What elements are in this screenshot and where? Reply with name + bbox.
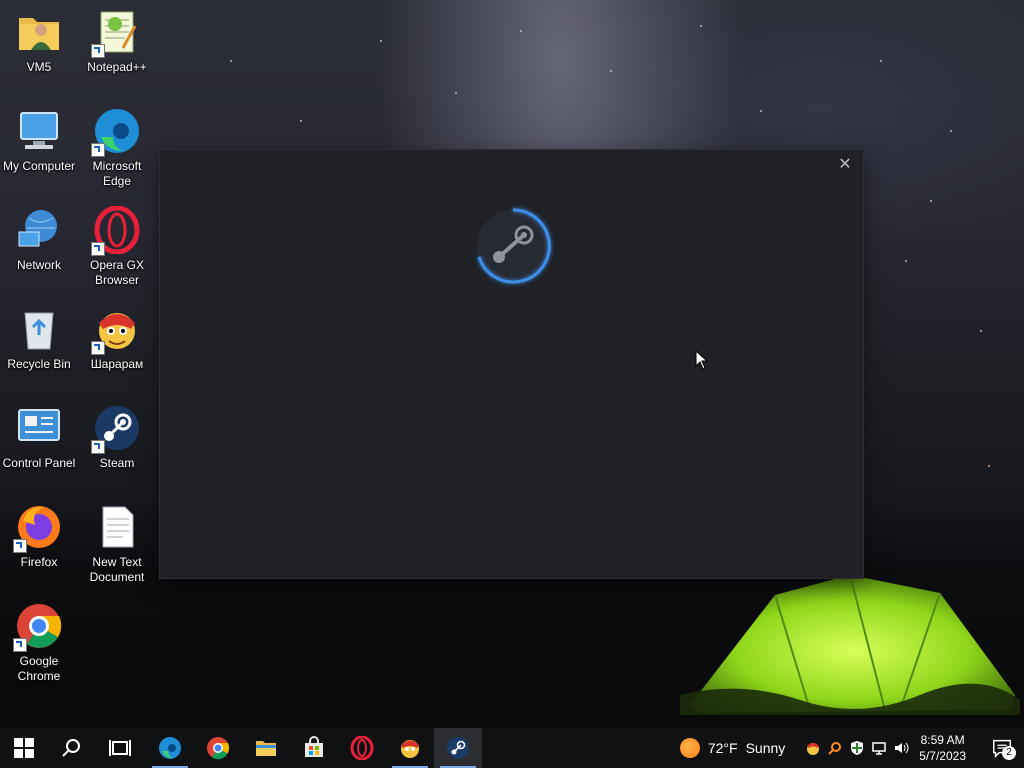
volume-icon[interactable]: [893, 740, 909, 756]
control-panel-icon: [15, 404, 63, 452]
text-document-icon: [93, 503, 141, 551]
recycle-bin-icon: [15, 305, 63, 353]
desktop-icon-label: Control Panel: [2, 456, 76, 470]
mouse-cursor-icon: [695, 350, 709, 370]
task-view-icon: [109, 740, 131, 756]
opera-gx-icon: [91, 206, 141, 256]
computer-icon: [15, 107, 63, 155]
network-icon[interactable]: [871, 740, 887, 756]
weather-temperature: 72°F: [707, 740, 738, 756]
desktop-icon-microsoft-edge[interactable]: Microsoft Edge: [78, 107, 156, 189]
desktop-icon-label: Opera GX Browser: [89, 258, 145, 287]
desktop-icon-label: Steam: [99, 456, 135, 470]
sun-icon: [679, 738, 700, 758]
close-button[interactable]: ✕: [833, 154, 857, 176]
chrome-icon: [13, 602, 63, 652]
search-icon: [62, 739, 80, 757]
desktop-icon-label: Шарарам: [90, 357, 144, 371]
desktop-icon-network[interactable]: Network: [0, 206, 78, 273]
desktop-icon-label: Network: [16, 258, 61, 272]
desktop-icon-control-panel[interactable]: Control Panel: [0, 404, 78, 471]
taskbar-edge[interactable]: [146, 728, 194, 768]
shararam-tray-icon[interactable]: [805, 740, 821, 756]
desktop-icon-shararam[interactable]: Шарарам: [78, 305, 156, 372]
desktop-icon-notepadpp[interactable]: Notepad++: [78, 8, 156, 75]
folder-user-icon: [15, 8, 63, 56]
steam-loading-spinner-icon: [477, 208, 551, 284]
taskbar-opera[interactable]: [338, 728, 386, 768]
steam-icon: [91, 404, 141, 454]
taskbar-steam[interactable]: [434, 728, 482, 768]
desktop-icon-my-computer[interactable]: My Computer: [0, 107, 78, 174]
opera-icon: [350, 736, 374, 760]
weather-widget[interactable]: 72°F Sunny: [679, 738, 786, 758]
taskbar: 72°F Sunny 8:59 AM 5/7/2023 2: [0, 728, 1024, 768]
file-explorer-icon: [256, 741, 276, 756]
start-button[interactable]: [0, 728, 48, 768]
chrome-icon: [207, 737, 230, 760]
search-tray-icon[interactable]: [827, 740, 843, 756]
taskbar-chrome[interactable]: [194, 728, 242, 768]
desktop-icon-label: Recycle Bin: [7, 357, 71, 371]
desktop-icon-label: Firefox: [20, 555, 58, 569]
desktop-icon-opera-gx[interactable]: Opera GX Browser: [78, 206, 156, 288]
clock-date: 5/7/2023: [919, 749, 966, 763]
network-icon: [15, 206, 63, 254]
desktop-icon-recycle-bin[interactable]: Recycle Bin: [0, 305, 78, 372]
firefox-icon: [13, 503, 63, 553]
desktop-icon-vm5[interactable]: VM5: [0, 8, 78, 75]
desktop-icon-label: New Text Document: [89, 555, 145, 584]
desktop-icon-firefox[interactable]: Firefox: [0, 503, 78, 570]
desktop-icon-new-text-document[interactable]: New Text Document: [78, 503, 156, 585]
store-icon: [305, 736, 323, 757]
shararam-icon: [401, 740, 419, 758]
tray-icons: [805, 740, 909, 756]
notification-count-badge: 2: [1002, 746, 1016, 760]
desktop-icon-label: VM5: [26, 60, 52, 74]
search-button[interactable]: [48, 728, 96, 768]
shararam-icon: [91, 305, 141, 355]
windows-logo-icon: [14, 738, 34, 758]
desktop-icon-label: Microsoft Edge: [92, 159, 142, 188]
task-view-button[interactable]: [96, 728, 144, 768]
edge-icon: [91, 107, 141, 157]
action-center-button[interactable]: 2: [980, 728, 1024, 768]
desktop-icon-google-chrome[interactable]: Google Chrome: [0, 602, 78, 684]
taskbar-file-explorer[interactable]: [242, 728, 290, 768]
steam-loading-window[interactable]: ✕: [160, 150, 863, 578]
steam-icon: [447, 737, 469, 759]
notepadpp-icon: [91, 8, 141, 58]
desktop-icon-label: Notepad++: [87, 60, 147, 74]
close-icon[interactable]: ✕: [838, 156, 851, 173]
glowing-tent-image: [680, 575, 1020, 715]
taskbar-shararam[interactable]: [386, 728, 434, 768]
desktop-icon-label: My Computer: [2, 159, 76, 173]
clock[interactable]: 8:59 AM 5/7/2023: [919, 732, 966, 764]
desktop-icon-label: Google Chrome: [17, 654, 61, 683]
weather-condition: Sunny: [745, 740, 786, 756]
security-shield-icon[interactable]: [849, 740, 865, 756]
desktop-icon-steam[interactable]: Steam: [78, 404, 156, 471]
system-tray: 72°F Sunny 8:59 AM 5/7/2023 2: [679, 728, 1024, 768]
taskbar-microsoft-store[interactable]: [290, 728, 338, 768]
edge-icon: [159, 737, 181, 759]
clock-time: 8:59 AM: [920, 733, 965, 747]
